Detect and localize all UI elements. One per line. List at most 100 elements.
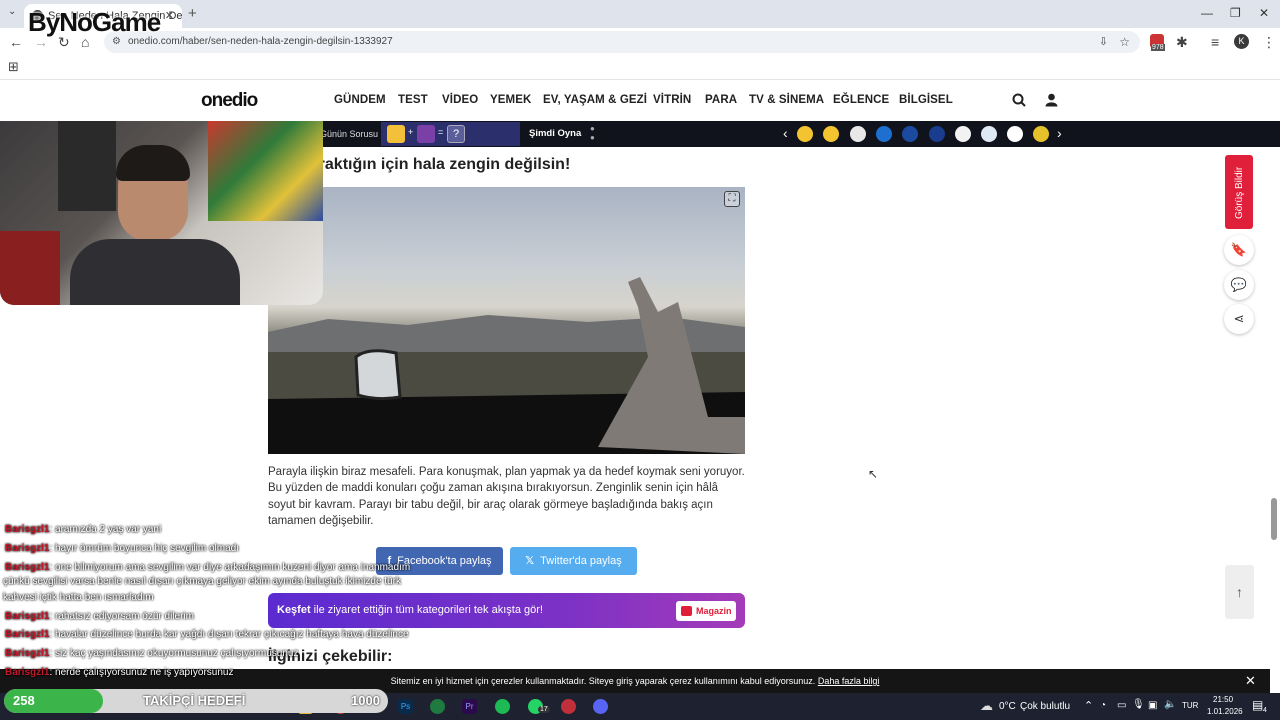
share-icon: ⋖ <box>1233 311 1245 326</box>
discord-icon[interactable] <box>593 699 608 714</box>
nav-link-para[interactable]: PARA <box>705 94 737 106</box>
nav-link-test[interactable]: TEST <box>398 94 428 106</box>
comments-icon: 💬 <box>1230 277 1248 292</box>
nav-link-gundem[interactable]: GÜNDEM <box>334 94 386 106</box>
url-bar[interactable]: ⚙ onedio.com/haber/sen-neden-hala-zengin… <box>104 31 1140 53</box>
share-twitter-button[interactable]: 𝕏 Twitter'da paylaş <box>510 547 637 575</box>
brand-icon-1[interactable] <box>850 126 866 142</box>
fullscreen-icon[interactable]: ⛶ <box>724 191 740 207</box>
brand-icon-2[interactable] <box>876 126 892 142</box>
equation-equals: = <box>438 127 444 137</box>
reactions-next-icon[interactable]: › <box>1057 125 1062 141</box>
close-window-icon[interactable]: ✕ <box>1259 6 1269 20</box>
strip-dots-icon: ● ● <box>590 124 595 142</box>
restore-icon[interactable]: ❐ <box>1230 6 1241 20</box>
sad-face-icon[interactable] <box>797 126 813 142</box>
install-app-icon[interactable]: ⇩ <box>1099 31 1108 53</box>
reactions-prev-icon[interactable]: ‹ <box>783 125 788 141</box>
chat-message: Barisgzl1: hayır ömrüm boyunca hiç sevgi… <box>5 543 239 554</box>
page-scrollbar[interactable] <box>1271 498 1277 540</box>
nav-link-vitrin[interactable]: VİTRİN <box>653 94 691 106</box>
x-twitter-icon: 𝕏 <box>525 555 535 567</box>
search-icon[interactable] <box>1012 93 1026 107</box>
chat-text: : one bilmiyorum ama sevgilim var diye a… <box>49 562 411 573</box>
site-logo[interactable]: onedio <box>201 90 258 112</box>
nav-link-video[interactable]: VİDEO <box>442 94 478 106</box>
extensions-puzzle-icon[interactable]: ✱ <box>1176 34 1188 51</box>
microphone-icon[interactable]: 🎙 <box>1132 699 1145 710</box>
article-paragraph: Parayla ilişkin biraz mesafeli. Para kon… <box>268 466 745 527</box>
nav-link-tv-sinema[interactable]: TV & SİNEMA <box>749 94 824 106</box>
premiere-icon[interactable]: Pr <box>462 699 477 714</box>
weather-temp[interactable]: 0°C <box>999 701 1016 712</box>
smile-face-icon[interactable] <box>823 126 839 142</box>
profile-avatar[interactable]: K <box>1234 34 1249 49</box>
cookie-close-icon[interactable]: ✕ <box>1245 673 1256 689</box>
chat-message: Barisgzl1: nerde çalışıyorsunuz ne iş ya… <box>5 667 233 678</box>
language-indicator[interactable]: TUR <box>1182 701 1198 710</box>
weather-desc[interactable]: Çok bulutlu <box>1020 701 1070 712</box>
share-button[interactable]: ⋖ <box>1224 304 1254 334</box>
magazine-badge[interactable]: Magazin <box>676 601 736 621</box>
brand-icon-nivea[interactable] <box>929 126 945 142</box>
emoji-vase-icon <box>417 125 435 143</box>
user-account-icon[interactable] <box>1045 93 1058 107</box>
save-bookmark-button[interactable]: 🔖 <box>1224 235 1254 265</box>
clock-date[interactable]: 1.01.2026 <box>1207 707 1243 716</box>
app-red-icon[interactable] <box>561 699 576 714</box>
chat-message: Barisgzl1: aramızda 2 yaş var yani <box>5 524 161 535</box>
feedback-button[interactable]: Görüş Bildir <box>1225 155 1253 229</box>
clock-time[interactable]: 21:50 <box>1213 695 1233 704</box>
chat-text: çünkü sevgilisi varsa benle nasıl dışarı… <box>3 576 401 587</box>
banner-text: ile ziyaret ettiğin tüm kategorileri tek… <box>310 604 543 616</box>
app-u-icon[interactable] <box>430 699 445 714</box>
spotify-icon[interactable] <box>495 699 510 714</box>
brand-icon-6[interactable] <box>1033 126 1049 142</box>
feedback-label: Görüş Bildir <box>1234 166 1245 219</box>
share-twitter-label: Twitter'da paylaş <box>540 555 622 567</box>
nav-link-ev-yasam-gezi[interactable]: EV, YAŞAM & GEZİ <box>543 94 647 106</box>
bookmark-star-icon[interactable]: ☆ <box>1119 31 1130 53</box>
tray-chevron-icon[interactable]: ⌃ <box>1084 699 1093 712</box>
tab-list-chevron-icon[interactable]: ⌄ <box>8 6 16 17</box>
tray-network-icon[interactable]: ◔ <box>1100 700 1106 711</box>
wifi-icon[interactable]: ▣ <box>1148 700 1157 711</box>
chat-message: Barisgzl1: one bilmiyorum ama sevgilim v… <box>5 562 410 573</box>
chat-username: Barisgzl1 <box>5 667 50 678</box>
brand-icon-4[interactable] <box>955 126 971 142</box>
notification-icon[interactable]: ▤ <box>1252 698 1263 712</box>
chat-message: çünkü sevgilisi varsa benle nasıl dışarı… <box>3 576 401 587</box>
poster-bottom <box>0 231 60 305</box>
brand-icon-dk[interactable] <box>1007 126 1023 142</box>
volume-icon[interactable]: 🔈 <box>1164 699 1176 710</box>
menu-kebab-icon[interactable]: ⋮ <box>1262 34 1276 51</box>
tray-app-icon[interactable]: ▭ <box>1117 700 1126 711</box>
play-now-button[interactable]: Şimdi Oyna <box>529 128 581 139</box>
chat-text: : hayır ömrüm boyunca hiç sevgilim olmad… <box>49 543 239 554</box>
photoshop-icon[interactable]: Ps <box>398 699 413 714</box>
nav-link-yemek[interactable]: YEMEK <box>490 94 531 106</box>
article-video[interactable]: ⛶ <box>268 187 745 454</box>
banner-bold-text: Keşfet <box>277 604 311 616</box>
magazine-play-icon <box>681 606 692 616</box>
cookie-more-link[interactable]: Daha fazla bilgi <box>818 676 880 686</box>
nav-link-bilgisel[interactable]: BİLGİSEL <box>899 94 953 106</box>
discover-banner[interactable]: Keşfet ile ziyaret ettiğin tüm kategoril… <box>268 593 745 628</box>
minimize-icon[interactable]: — <box>1201 6 1213 20</box>
chat-username: Barisgzl1 <box>5 562 50 573</box>
brand-icon-3[interactable] <box>902 126 918 142</box>
brand-icon-5[interactable] <box>981 126 997 142</box>
new-tab-button[interactable]: + <box>188 5 197 22</box>
back-icon[interactable]: ← <box>9 34 23 50</box>
chat-username: Barisgzl1 <box>5 524 50 535</box>
chat-text: : siz kaç yaşındasınız okuyormusunuz çal… <box>49 648 299 659</box>
follower-goal-current: 258 <box>13 693 35 708</box>
nav-link-eglence[interactable]: EĞLENCE <box>833 94 889 106</box>
apps-grid-icon[interactable]: ⊞ <box>8 59 19 75</box>
close-tab-icon[interactable]: ✕ <box>165 4 174 28</box>
emoji-equation[interactable]: + = ? <box>381 122 520 146</box>
comments-button[interactable]: 💬 <box>1224 270 1254 300</box>
scroll-to-top-button[interactable]: ↑ <box>1225 565 1254 619</box>
chat-message: Barisgzl1: havalar düzelince burda kar y… <box>5 629 409 640</box>
reading-list-icon[interactable]: ≡ <box>1211 34 1219 50</box>
